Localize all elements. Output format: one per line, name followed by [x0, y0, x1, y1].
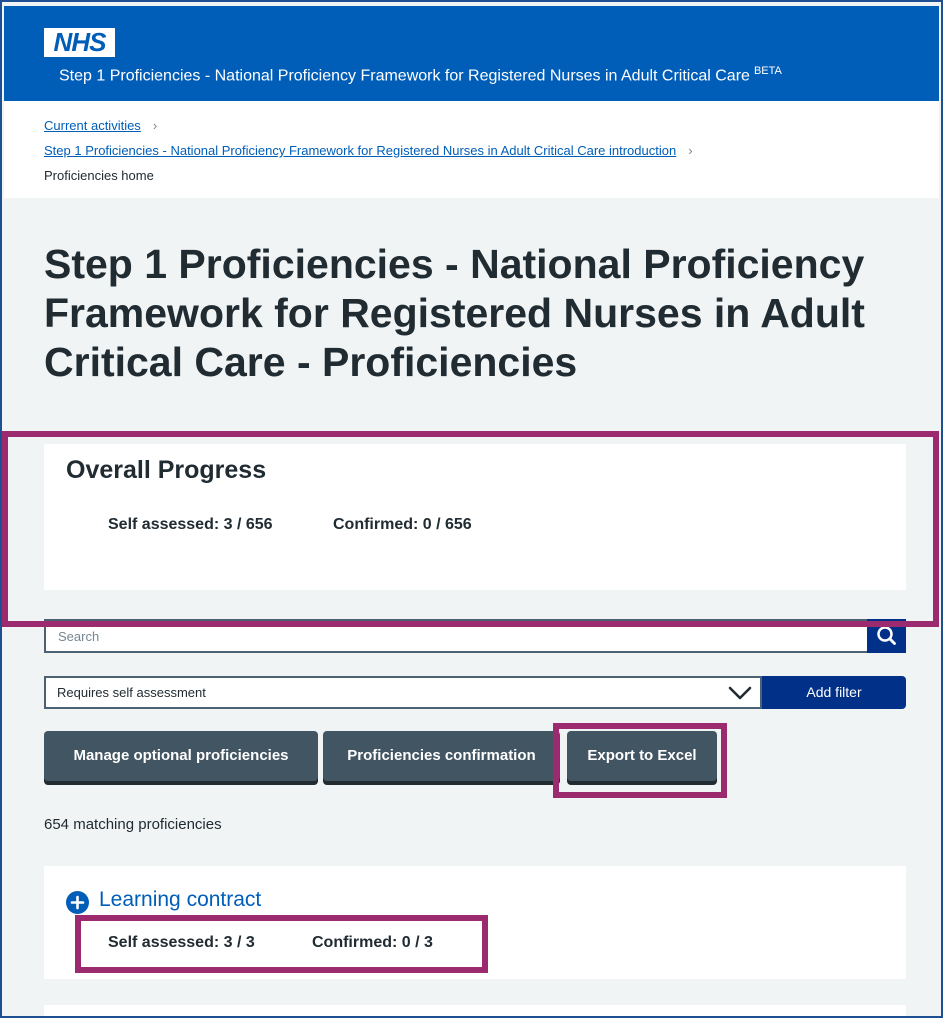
nhs-logo[interactable]: NHS: [44, 28, 115, 57]
search-bar: [44, 619, 906, 653]
service-name-text[interactable]: Step 1 Proficiencies - National Proficie…: [59, 67, 750, 84]
overall-progress-card: Overall Progress Self assessed: 3 / 656 …: [44, 444, 906, 590]
breadcrumb-item-current-activities: Current activities ›: [44, 118, 157, 133]
service-name[interactable]: Step 1 Proficiencies - National Proficie…: [59, 65, 782, 85]
search-button[interactable]: [867, 619, 906, 653]
breadcrumb-link-introduction[interactable]: Step 1 Proficiencies - National Proficie…: [44, 143, 676, 158]
plus-circle-icon[interactable]: [66, 891, 89, 914]
chevron-right-icon: ›: [152, 118, 158, 133]
group-title-learning-contract[interactable]: Learning contract: [99, 888, 261, 912]
export-to-excel-button[interactable]: Export to Excel: [567, 731, 717, 781]
breadcrumb: Current activities › Step 1 Proficiencies…: [4, 101, 939, 198]
overall-self-assessed: Self assessed: 3 / 656: [108, 516, 273, 533]
proficiencies-confirmation-button[interactable]: Proficiencies confirmation: [323, 731, 560, 781]
site-header: NHS Step 1 Proficiencies - National Prof…: [4, 6, 939, 101]
search-icon: [877, 626, 896, 645]
overall-progress-heading: Overall Progress: [66, 456, 267, 484]
breadcrumb-item-introduction: Step 1 Proficiencies - National Proficie…: [44, 143, 693, 158]
chevron-right-icon: ›: [688, 143, 693, 158]
filter-select[interactable]: Requires self assessment: [44, 676, 762, 709]
matching-count: 654 matching proficiencies: [44, 816, 222, 833]
filter-selected-value: Requires self assessment: [57, 685, 206, 700]
overall-confirmed: Confirmed: 0 / 656: [333, 516, 472, 533]
add-filter-button[interactable]: Add filter: [762, 676, 906, 709]
proficiency-group-card: Learning contract Self assessed: 3 / 3 C…: [44, 866, 906, 979]
breadcrumb-item-current: Proficiencies home: [44, 168, 154, 183]
search-input[interactable]: [44, 619, 867, 653]
page-frame: NHS Step 1 Proficiencies - National Prof…: [0, 0, 943, 1018]
beta-tag: BETA: [753, 65, 782, 77]
group-confirmed: Confirmed: 0 / 3: [312, 934, 433, 951]
next-card-edge: [44, 1005, 906, 1016]
manage-optional-proficiencies-button[interactable]: Manage optional proficiencies: [44, 731, 318, 781]
chevron-down-icon: [728, 686, 752, 700]
page-title: Step 1 Proficiencies - National Proficie…: [44, 241, 865, 385]
group-self-assessed: Self assessed: 3 / 3: [108, 934, 255, 951]
breadcrumb-link-current-activities[interactable]: Current activities: [44, 118, 141, 133]
